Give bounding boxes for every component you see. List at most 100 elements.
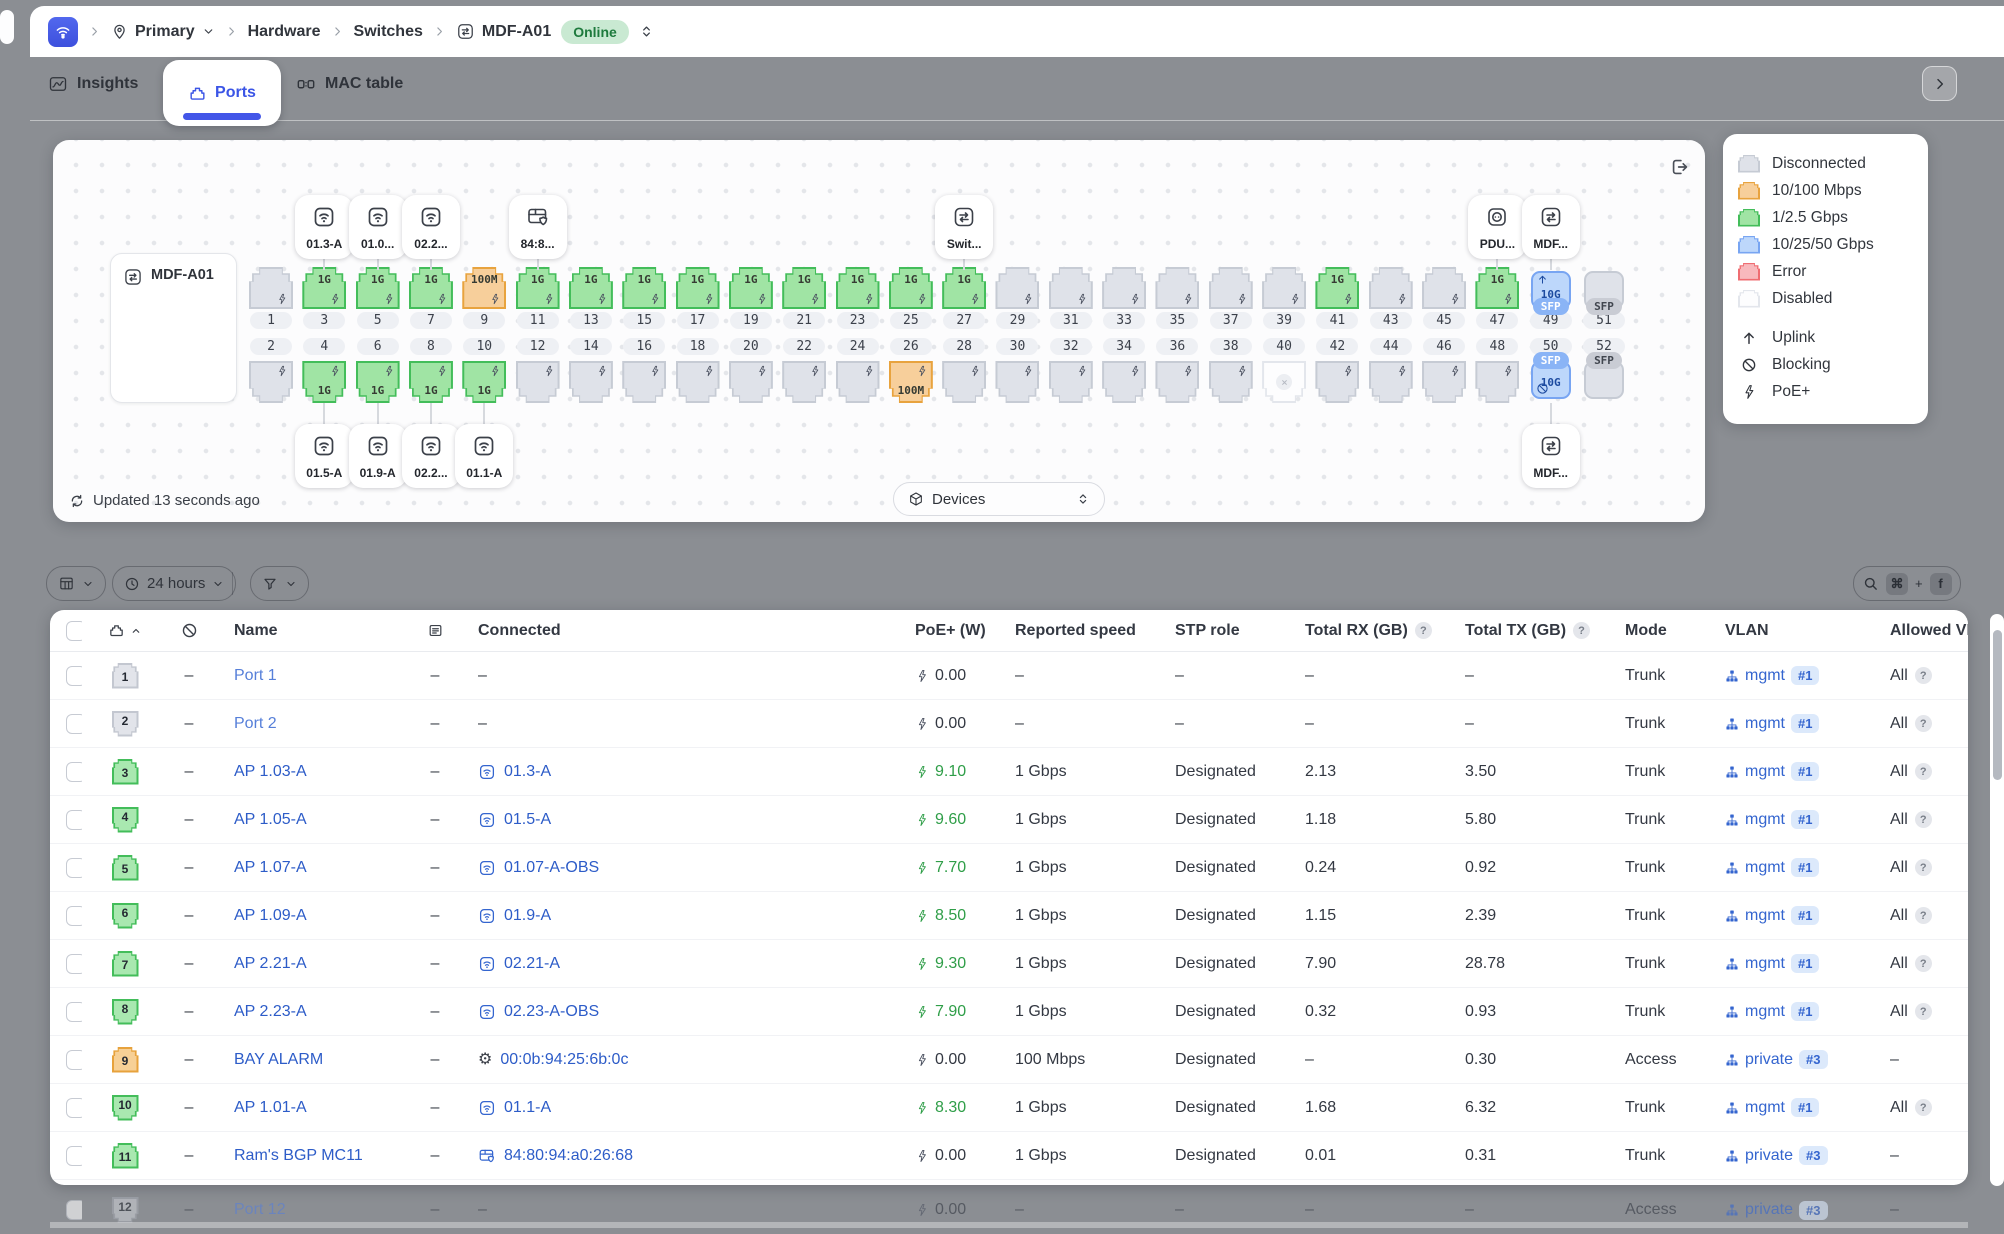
device-card[interactable]: MDF...: [1522, 424, 1580, 488]
row-checkbox[interactable]: [50, 666, 82, 686]
vlan-cell[interactable]: mgmt#1: [1715, 906, 1880, 925]
select-all-checkbox[interactable]: [50, 621, 82, 641]
tab-ports[interactable]: Ports: [163, 60, 281, 126]
search-button[interactable]: ⌘ + f: [1853, 566, 1961, 601]
header-port[interactable]: [82, 622, 168, 639]
port-24[interactable]: [836, 361, 880, 403]
table-row[interactable]: 5–AP 1.07-A–01.07-A-OBS7.701 GbpsDesigna…: [50, 844, 1968, 892]
vlan-cell[interactable]: mgmt#1: [1715, 954, 1880, 973]
port-43[interactable]: [1369, 267, 1413, 309]
port-32[interactable]: [1049, 361, 1093, 403]
port-29[interactable]: [995, 267, 1039, 309]
port-25[interactable]: 1G: [889, 267, 933, 309]
expand-diagram-button[interactable]: [1669, 156, 1691, 178]
port-28[interactable]: [942, 361, 986, 403]
connected-cell[interactable]: 01.1-A: [455, 1099, 905, 1117]
breadcrumb-hardware[interactable]: Hardware: [248, 23, 321, 41]
device-card[interactable]: 02.2...: [402, 195, 460, 259]
table-row[interactable]: 2–Port 2––0.00––––Trunkmgmt#1All?: [50, 700, 1968, 748]
port-2[interactable]: [249, 361, 293, 403]
time-range-button[interactable]: 24 hours: [112, 566, 236, 601]
port-name-link[interactable]: BAY ALARM: [210, 1051, 415, 1069]
port-name-link[interactable]: Port 1: [210, 667, 415, 685]
row-checkbox[interactable]: [50, 1200, 82, 1220]
port-13[interactable]: 1G: [569, 267, 613, 309]
device-card[interactable]: 02.2...: [402, 424, 460, 488]
port-42[interactable]: [1315, 361, 1359, 403]
table-row[interactable]: 10–AP 1.01-A–01.1-A8.301 GbpsDesignated1…: [50, 1084, 1968, 1132]
connected-cell[interactable]: 02.21-A: [455, 955, 905, 973]
page-scrollbar[interactable]: [1990, 614, 2004, 1186]
port-37[interactable]: [1209, 267, 1253, 309]
table-row[interactable]: 9–BAY ALARM–⚙00:0b:94:25:6b:0c0.00100 Mb…: [50, 1036, 1968, 1084]
vlan-cell[interactable]: private#3: [1715, 1050, 1880, 1069]
port-23[interactable]: 1G: [836, 267, 880, 309]
connected-cell[interactable]: –: [455, 715, 905, 733]
devices-select[interactable]: Devices: [893, 482, 1105, 516]
port-22[interactable]: [782, 361, 826, 403]
device-card[interactable]: 84:8...: [509, 195, 567, 259]
port-8[interactable]: 1G: [409, 361, 453, 403]
port-38[interactable]: [1209, 361, 1253, 403]
breadcrumb-device[interactable]: MDF-A01: [456, 22, 551, 41]
port-44[interactable]: [1369, 361, 1413, 403]
unifi-logo[interactable]: [48, 17, 78, 47]
port-11[interactable]: 1G: [516, 267, 560, 309]
tab-insights[interactable]: Insights: [48, 57, 138, 111]
port-36[interactable]: [1155, 361, 1199, 403]
breadcrumb-switches[interactable]: Switches: [354, 23, 423, 41]
row-checkbox[interactable]: [50, 1050, 82, 1070]
row-checkbox[interactable]: [50, 906, 82, 926]
connected-cell[interactable]: –: [455, 1201, 905, 1219]
port-name-link[interactable]: AP 1.09-A: [210, 907, 415, 925]
port-30[interactable]: [995, 361, 1039, 403]
connected-cell[interactable]: 01.9-A: [455, 907, 905, 925]
row-checkbox[interactable]: [50, 1002, 82, 1022]
port-4[interactable]: 1G: [302, 361, 346, 403]
scrollbar-thumb[interactable]: [1993, 630, 2002, 780]
port-26[interactable]: 100M: [889, 361, 933, 403]
port-name-link[interactable]: AP 1.05-A: [210, 811, 415, 829]
port-46[interactable]: [1422, 361, 1466, 403]
connected-cell[interactable]: 01.3-A: [455, 763, 905, 781]
connected-cell[interactable]: 02.23-A-OBS: [455, 1003, 905, 1021]
connected-cell[interactable]: ⚙00:0b:94:25:6b:0c: [455, 1051, 905, 1069]
vlan-cell[interactable]: mgmt#1: [1715, 714, 1880, 733]
port-47[interactable]: 1G: [1475, 267, 1519, 309]
vlan-cell[interactable]: mgmt#1: [1715, 762, 1880, 781]
connected-cell[interactable]: 01.07-A-OBS: [455, 859, 905, 877]
port-31[interactable]: [1049, 267, 1093, 309]
table-row[interactable]: 1–Port 1––0.00––––Trunkmgmt#1All?: [50, 652, 1968, 700]
tab-mac-table[interactable]: MAC table: [296, 57, 403, 111]
port-15[interactable]: 1G: [622, 267, 666, 309]
port-7[interactable]: 1G: [409, 267, 453, 309]
port-12[interactable]: [516, 361, 560, 403]
port-5[interactable]: 1G: [356, 267, 400, 309]
device-card[interactable]: PDU...: [1468, 195, 1526, 259]
device-card[interactable]: 01.3-A: [295, 195, 353, 259]
row-checkbox[interactable]: [50, 858, 82, 878]
vlan-cell[interactable]: private#3: [1715, 1146, 1880, 1165]
vlan-cell[interactable]: mgmt#1: [1715, 1002, 1880, 1021]
port-16[interactable]: [622, 361, 666, 403]
connected-cell[interactable]: 84:80:94:a0:26:68: [455, 1147, 905, 1165]
device-card[interactable]: 01.0...: [349, 195, 407, 259]
port-19[interactable]: 1G: [729, 267, 773, 309]
breadcrumb-site[interactable]: Primary: [111, 23, 215, 41]
device-card[interactable]: 01.9-A: [349, 424, 407, 488]
connected-cell[interactable]: 01.5-A: [455, 811, 905, 829]
connected-cell[interactable]: –: [455, 667, 905, 685]
columns-button[interactable]: [46, 566, 106, 601]
vlan-cell[interactable]: mgmt#1: [1715, 858, 1880, 877]
row-checkbox[interactable]: [50, 1146, 82, 1166]
device-card[interactable]: 01.1-A: [455, 424, 513, 488]
row-checkbox[interactable]: [50, 1098, 82, 1118]
port-9[interactable]: 100M: [462, 267, 506, 309]
port-name-link[interactable]: AP 2.23-A: [210, 1003, 415, 1021]
port-41[interactable]: 1G: [1315, 267, 1359, 309]
port-17[interactable]: 1G: [676, 267, 720, 309]
device-card[interactable]: MDF...: [1522, 195, 1580, 259]
row-checkbox[interactable]: [50, 762, 82, 782]
port-33[interactable]: [1102, 267, 1146, 309]
port-39[interactable]: [1262, 267, 1306, 309]
